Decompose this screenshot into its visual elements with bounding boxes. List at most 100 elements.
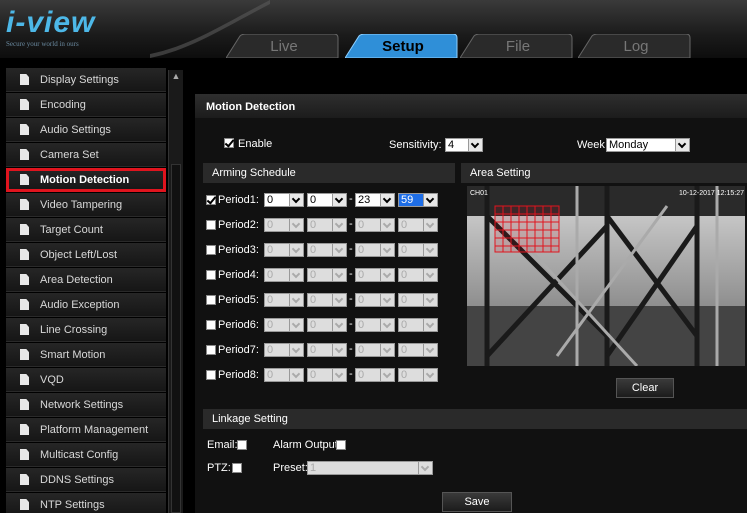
sidebar-item-multicast-config[interactable]: Multicast Config bbox=[6, 443, 166, 467]
end-hour-select[interactable]: 0 bbox=[355, 293, 395, 307]
period-label: Period3: bbox=[218, 244, 259, 256]
period-checkbox[interactable] bbox=[206, 295, 216, 305]
start-minute-select[interactable]: 0 bbox=[307, 218, 347, 232]
ptz-label: PTZ: bbox=[207, 462, 231, 474]
sidebar-scrollbar[interactable]: ▲ bbox=[168, 70, 183, 513]
sidebar-item-platform-management[interactable]: Platform Management bbox=[6, 418, 166, 442]
end-hour-select[interactable]: 0 bbox=[355, 268, 395, 282]
preset-select[interactable]: 1 bbox=[307, 461, 433, 475]
start-hour-select[interactable]: 0 bbox=[264, 318, 304, 332]
start-minute-select[interactable]: 0 bbox=[307, 343, 347, 357]
period-checkbox[interactable] bbox=[206, 270, 216, 280]
end-minute-select[interactable]: 0 bbox=[398, 368, 438, 382]
start-minute-select[interactable]: 0 bbox=[307, 193, 347, 207]
sidebar-item-area-detection[interactable]: Area Detection bbox=[6, 268, 166, 292]
chevron-down-icon bbox=[332, 294, 346, 306]
save-button[interactable]: Save bbox=[442, 492, 512, 512]
start-hour-select[interactable]: 0 bbox=[264, 218, 304, 232]
period-checkbox[interactable] bbox=[206, 345, 216, 355]
period-checkbox[interactable] bbox=[206, 220, 216, 230]
sidebar-item-label: Audio Exception bbox=[40, 299, 120, 311]
start-hour-select[interactable]: 0 bbox=[264, 293, 304, 307]
period-checkbox[interactable] bbox=[206, 370, 216, 380]
end-hour-select[interactable]: 0 bbox=[355, 218, 395, 232]
period-checkbox[interactable] bbox=[206, 320, 216, 330]
document-icon bbox=[20, 499, 29, 510]
ptz-checkbox[interactable] bbox=[232, 463, 242, 473]
sidebar-item-vqd[interactable]: VQD bbox=[6, 368, 166, 392]
sensitivity-select[interactable]: 4 bbox=[445, 138, 483, 152]
end-minute-select[interactable]: 0 bbox=[398, 343, 438, 357]
chevron-down-icon bbox=[423, 244, 437, 256]
chevron-down-icon bbox=[332, 269, 346, 281]
clear-button[interactable]: Clear bbox=[616, 378, 674, 398]
end-minute-select[interactable]: 59 bbox=[398, 193, 438, 207]
end-minute-select[interactable]: 0 bbox=[398, 268, 438, 282]
start-hour-select[interactable]: 0 bbox=[264, 368, 304, 382]
start-minute-select[interactable]: 0 bbox=[307, 318, 347, 332]
chevron-down-icon bbox=[380, 319, 394, 331]
scroll-up-arrow-icon[interactable]: ▲ bbox=[171, 70, 181, 82]
motion-area-video[interactable]: CH01 10-12-2017 12:15:27 bbox=[467, 186, 745, 366]
tab-live[interactable]: Live bbox=[226, 34, 342, 58]
sidebar-item-object-left-lost[interactable]: Object Left/Lost bbox=[6, 243, 166, 267]
video-timestamp: 10-12-2017 12:15:27 bbox=[679, 190, 744, 197]
period-checkbox[interactable] bbox=[206, 245, 216, 255]
sidebar-item-motion-detection[interactable]: Motion Detection bbox=[6, 168, 166, 192]
tab-log[interactable]: Log bbox=[578, 34, 694, 58]
end-minute-select[interactable]: 0 bbox=[398, 293, 438, 307]
end-hour-select[interactable]: 0 bbox=[355, 243, 395, 257]
end-minute-select[interactable]: 0 bbox=[398, 218, 438, 232]
preset-label: Preset: bbox=[273, 462, 308, 474]
chevron-down-icon bbox=[380, 269, 394, 281]
range-separator: - bbox=[349, 368, 353, 380]
document-icon bbox=[20, 424, 29, 435]
start-minute-select[interactable]: 0 bbox=[307, 368, 347, 382]
tab-file[interactable]: File bbox=[460, 34, 576, 58]
sidebar-item-audio-settings[interactable]: Audio Settings bbox=[6, 118, 166, 142]
tab-setup[interactable]: Setup bbox=[345, 34, 461, 58]
sidebar-item-label: Display Settings bbox=[40, 74, 119, 86]
sidebar-item-video-tampering[interactable]: Video Tampering bbox=[6, 193, 166, 217]
sidebar-item-display-settings[interactable]: Display Settings bbox=[6, 68, 166, 92]
sidebar-item-ntp-settings[interactable]: NTP Settings bbox=[6, 493, 166, 513]
sidebar-item-encoding[interactable]: Encoding bbox=[6, 93, 166, 117]
sidebar-item-ddns-settings[interactable]: DDNS Settings bbox=[6, 468, 166, 492]
scroll-thumb[interactable] bbox=[171, 164, 181, 513]
end-hour-select[interactable]: 0 bbox=[355, 318, 395, 332]
start-minute-select[interactable]: 0 bbox=[307, 293, 347, 307]
end-minute-select[interactable]: 0 bbox=[398, 243, 438, 257]
end-minute-select[interactable]: 0 bbox=[398, 318, 438, 332]
end-hour-select[interactable]: 0 bbox=[355, 368, 395, 382]
start-minute-select-value: 0 bbox=[310, 269, 317, 281]
sidebar-item-network-settings[interactable]: Network Settings bbox=[6, 393, 166, 417]
end-minute-select-value: 0 bbox=[401, 344, 408, 356]
range-separator: - bbox=[349, 243, 353, 255]
end-minute-select-value: 0 bbox=[401, 219, 408, 231]
period-checkbox[interactable] bbox=[206, 195, 216, 205]
sidebar-item-target-count[interactable]: Target Count bbox=[6, 218, 166, 242]
sidebar-item-camera-set[interactable]: Camera Set bbox=[6, 143, 166, 167]
start-minute-select[interactable]: 0 bbox=[307, 268, 347, 282]
start-hour-select[interactable]: 0 bbox=[264, 268, 304, 282]
end-hour-select[interactable]: 0 bbox=[355, 343, 395, 357]
alarm-output-checkbox[interactable] bbox=[336, 440, 346, 450]
sidebar-item-smart-motion[interactable]: Smart Motion bbox=[6, 343, 166, 367]
email-checkbox[interactable] bbox=[237, 440, 247, 450]
sidebar-item-audio-exception[interactable]: Audio Exception bbox=[6, 293, 166, 317]
start-hour-select[interactable]: 0 bbox=[264, 343, 304, 357]
enable-checkbox[interactable] bbox=[224, 138, 234, 148]
alarm-output-label: Alarm Output: bbox=[273, 439, 341, 451]
start-hour-select[interactable]: 0 bbox=[264, 243, 304, 257]
week-select[interactable]: Monday bbox=[606, 138, 690, 152]
sidebar-item-label: Camera Set bbox=[40, 149, 99, 161]
end-hour-select[interactable]: 23 bbox=[355, 193, 395, 207]
sidebar-item-label: Motion Detection bbox=[40, 174, 130, 186]
start-minute-select[interactable]: 0 bbox=[307, 243, 347, 257]
chevron-down-icon bbox=[380, 369, 394, 381]
document-icon bbox=[20, 149, 29, 160]
start-hour-select[interactable]: 0 bbox=[264, 193, 304, 207]
sidebar-item-line-crossing[interactable]: Line Crossing bbox=[6, 318, 166, 342]
sidebar-item-label: DDNS Settings bbox=[40, 474, 114, 486]
chevron-down-icon bbox=[289, 219, 303, 231]
